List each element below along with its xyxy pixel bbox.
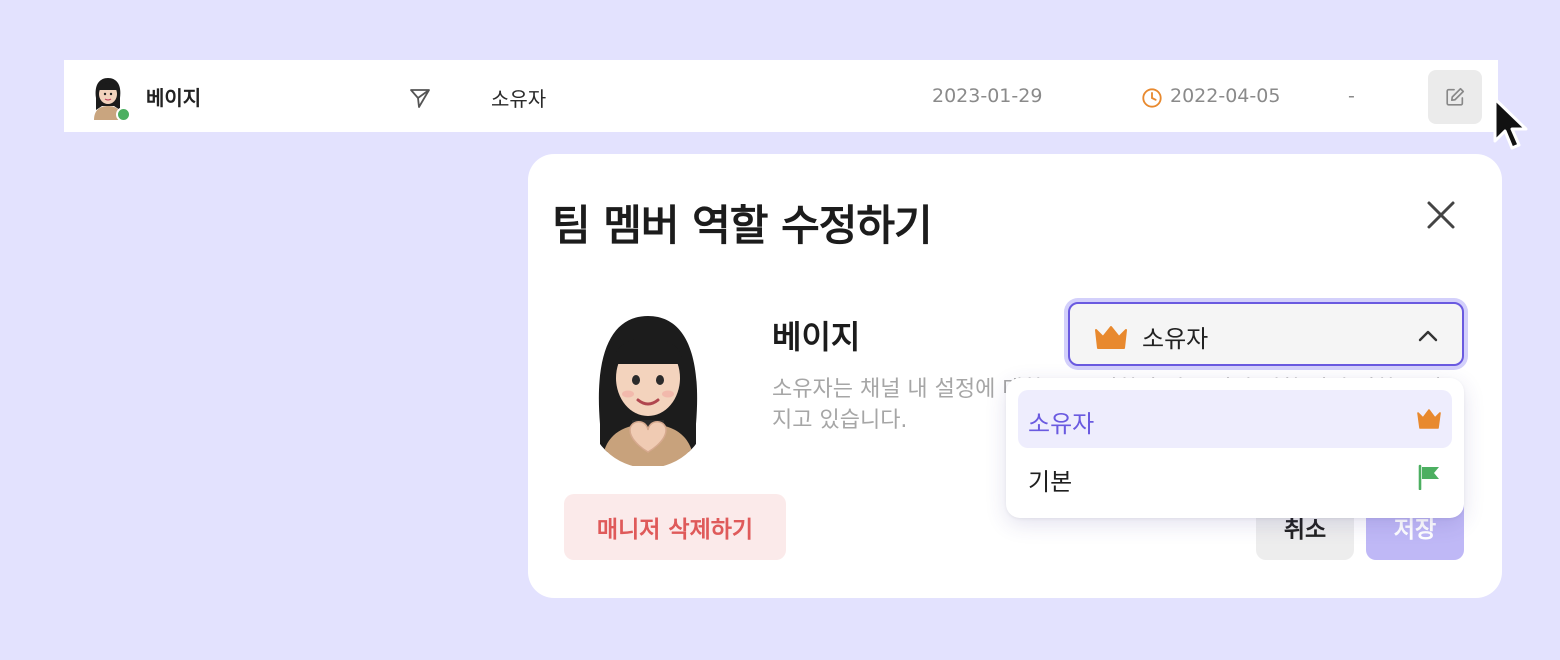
delete-manager-button[interactable]: 매니저 삭제하기 <box>564 494 786 560</box>
role-select-value: 소유자 <box>1142 325 1209 353</box>
edit-icon <box>1446 87 1465 106</box>
empty-value: - <box>1348 85 1355 107</box>
edit-role-modal: 팀 멤버 역할 수정하기 베이지 소유자는 채널 내 설정에 대한 모든 권한과… <box>528 154 1502 598</box>
role-dropdown-menu: 소유자 기본 <box>1006 378 1464 518</box>
online-status-dot <box>116 107 131 122</box>
modal-title: 팀 멤버 역할 수정하기 <box>552 201 933 250</box>
mouse-cursor-icon <box>1493 97 1528 150</box>
clock-icon <box>1142 88 1162 108</box>
role-option-label: 기본 <box>1028 468 1073 496</box>
role-option-basic[interactable]: 기본 <box>1018 448 1452 506</box>
member-name-label: 베이지 <box>772 318 861 356</box>
member-avatar-large <box>598 316 698 466</box>
member-row: 베이지 소유자 2023-01-29 2022-04-05 - <box>64 60 1498 132</box>
chevron-up-icon <box>1418 330 1438 342</box>
role-option-label: 소유자 <box>1028 410 1095 438</box>
crown-icon <box>1417 409 1441 429</box>
last-active-date: 2022-04-05 <box>1170 85 1281 107</box>
flag-icon <box>1418 464 1439 490</box>
member-name: 베이지 <box>146 86 202 110</box>
close-icon[interactable] <box>1424 198 1458 232</box>
member-role: 소유자 <box>491 87 547 111</box>
crown-icon <box>1095 326 1127 349</box>
edit-button[interactable] <box>1428 70 1482 124</box>
send-icon[interactable] <box>408 86 432 110</box>
role-select[interactable]: 소유자 <box>1068 302 1464 366</box>
joined-date: 2023-01-29 <box>932 85 1043 107</box>
role-option-owner[interactable]: 소유자 <box>1018 390 1452 448</box>
